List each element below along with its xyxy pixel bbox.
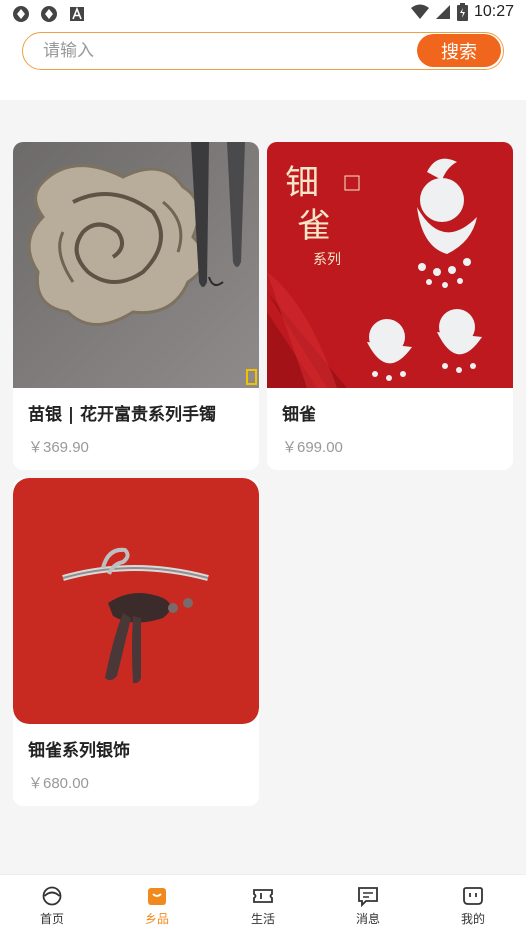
tab-label: 我的	[460, 912, 485, 926]
tab-home[interactable]: 首页	[12, 885, 92, 933]
message-icon	[358, 887, 378, 907]
product-card[interactable]: 苗银 | 花开富贵系列手镯 ￥369.90	[13, 142, 259, 470]
profile-icon	[463, 887, 483, 905]
font-notification-icon	[70, 6, 84, 21]
signal-icon	[435, 5, 450, 19]
tab-profile[interactable]: 我的	[433, 885, 513, 933]
wifi-icon	[410, 4, 429, 19]
product-image: 钿 雀 系列	[267, 142, 513, 388]
product-title: 苗银 | 花开富贵系列手镯	[28, 405, 217, 425]
search-button[interactable]: 搜索	[417, 34, 501, 67]
product-title: 钿雀	[282, 405, 316, 425]
product-image	[13, 478, 259, 724]
home-icon	[42, 886, 62, 906]
product-price: ￥699.00	[282, 439, 343, 456]
battery-icon	[456, 3, 468, 21]
status-bar: 10:27	[0, 0, 526, 28]
product-title: 钿雀系列银饰	[28, 741, 130, 761]
tab-shop[interactable]: 乡品	[117, 885, 197, 933]
svg-text:钿: 钿	[285, 163, 319, 203]
bottom-tab-bar: 首页 乡品 生活 消息 我的	[0, 874, 526, 936]
search-header: 搜索	[0, 28, 526, 100]
svg-text:雀: 雀	[297, 206, 331, 246]
tab-label: 首页	[39, 912, 64, 926]
system-status: 10:27	[410, 3, 514, 21]
notification-icons	[12, 5, 86, 23]
product-card[interactable]: 钿 雀 系列 钿雀 ￥699.00	[267, 142, 513, 470]
tab-label: 生活	[250, 912, 275, 926]
tab-label: 消息	[355, 912, 380, 926]
shop-bag-icon	[148, 888, 166, 905]
app-notification-icon	[41, 6, 57, 22]
product-card[interactable]: 钿雀系列银饰 ￥680.00	[13, 478, 259, 806]
product-price: ￥680.00	[28, 775, 89, 792]
tab-label: 乡品	[144, 912, 169, 926]
search-input[interactable]	[43, 33, 413, 68]
status-time: 10:27	[473, 3, 514, 20]
ticket-icon	[253, 889, 273, 903]
tab-messages[interactable]: 消息	[328, 885, 408, 933]
search-bar: 搜索	[22, 32, 504, 70]
product-image	[13, 142, 259, 388]
tab-life[interactable]: 生活	[223, 885, 303, 933]
svg-text:系列: 系列	[313, 252, 341, 268]
product-price: ￥369.90	[28, 439, 89, 456]
app-notification-icon	[13, 6, 29, 22]
